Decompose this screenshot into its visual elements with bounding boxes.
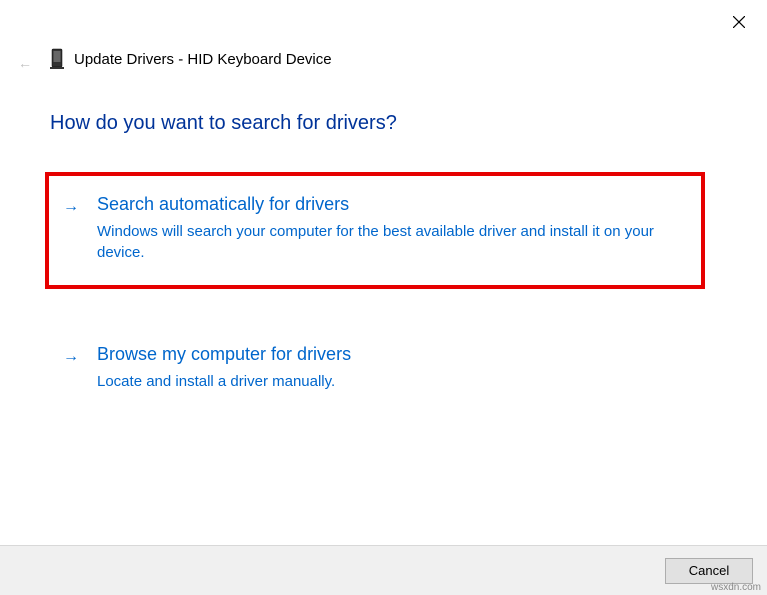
option-title: Search automatically for drivers — [97, 194, 681, 215]
dialog-header: Update Drivers - HID Keyboard Device — [50, 48, 332, 70]
main-question: How do you want to search for drivers? — [50, 112, 397, 135]
option-description: Windows will search your computer for th… — [97, 221, 677, 263]
option-search-automatically[interactable]: → Search automatically for drivers Windo… — [45, 172, 705, 289]
close-icon — [733, 16, 745, 28]
device-icon — [50, 48, 64, 70]
option-browse-computer[interactable]: → Browse my computer for drivers Locate … — [45, 322, 705, 418]
dialog-footer: Cancel — [0, 545, 767, 595]
option-description: Locate and install a driver manually. — [97, 371, 677, 392]
dialog-title: Update Drivers - HID Keyboard Device — [74, 51, 332, 68]
arrow-right-icon: → — [63, 198, 79, 216]
cancel-button[interactable]: Cancel — [665, 558, 753, 584]
back-arrow-icon: ← — [18, 55, 32, 71]
watermark: wsxdn.com — [711, 582, 761, 593]
close-button[interactable] — [729, 12, 749, 32]
arrow-right-icon: → — [63, 348, 79, 366]
option-title: Browse my computer for drivers — [97, 344, 681, 365]
